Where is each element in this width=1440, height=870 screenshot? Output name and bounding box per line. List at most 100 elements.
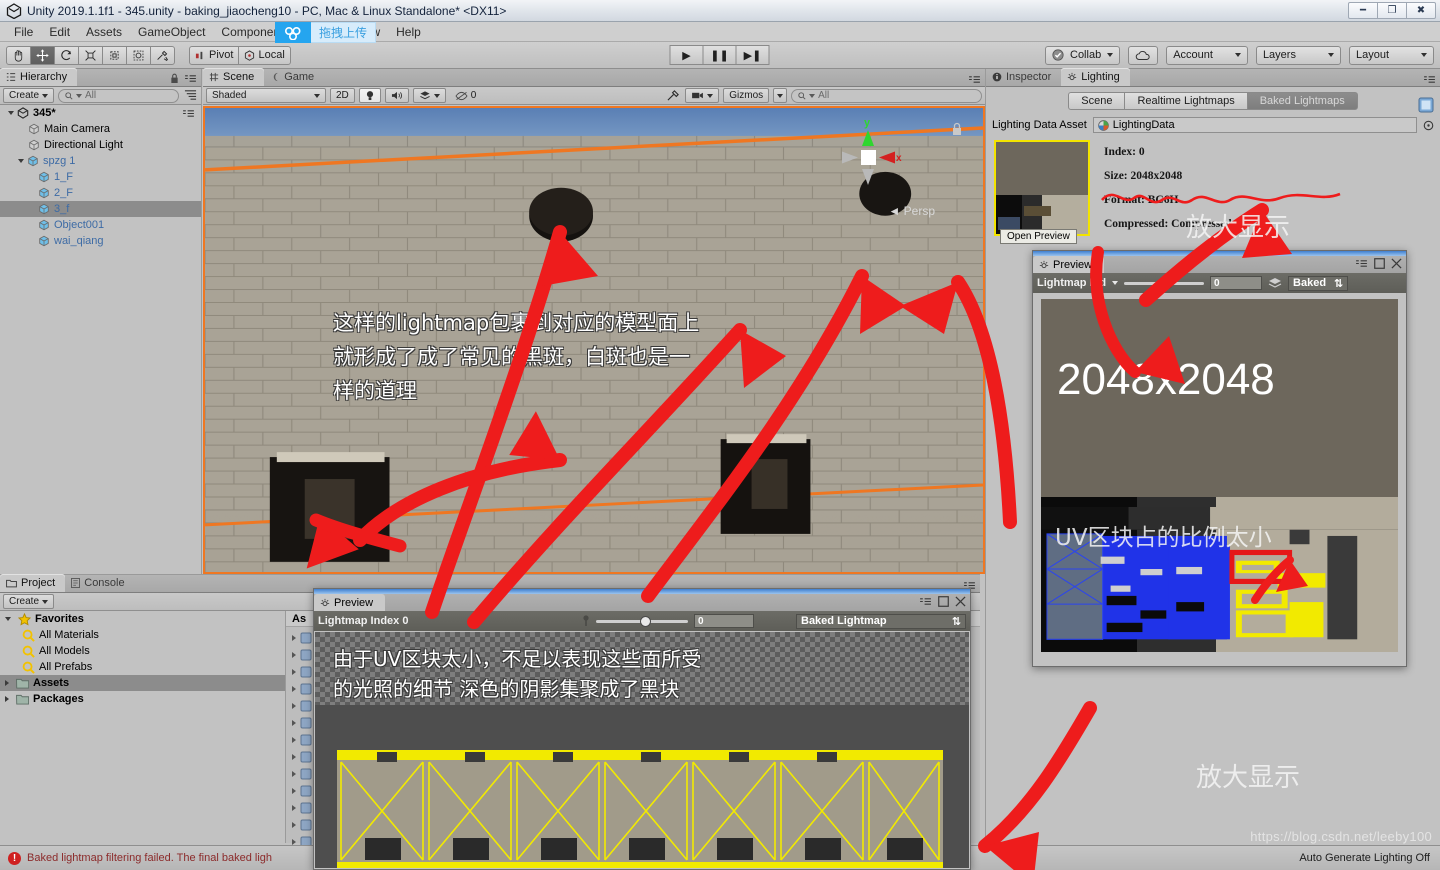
transform-tool-button[interactable] xyxy=(126,45,151,65)
slider-handle[interactable] xyxy=(640,615,651,627)
maximize-button[interactable]: ❐ xyxy=(1377,2,1407,19)
preview-bottom-slider-value[interactable]: 0 xyxy=(694,614,754,628)
tab-scene[interactable]: Scene xyxy=(203,68,265,86)
panel-menu-icon[interactable] xyxy=(1423,75,1436,84)
hierarchy-item[interactable]: Object001 xyxy=(0,217,201,233)
lighting-tab-realtime[interactable]: Realtime Lightmaps xyxy=(1124,92,1248,110)
project-tree-item[interactable]: Assets xyxy=(0,675,285,691)
maximize-icon[interactable] xyxy=(938,596,949,607)
chevron-right-icon[interactable] xyxy=(292,753,296,760)
gizmo-lock-icon[interactable] xyxy=(951,122,963,136)
scene-search-input[interactable]: All xyxy=(791,88,983,103)
scene-viewport[interactable]: y x ◄ Persp 这样的lightmap包裹到对应的模型面上 就形成了成了… xyxy=(203,106,985,574)
chevron-right-icon[interactable] xyxy=(292,821,296,828)
chevron-right-icon[interactable] xyxy=(292,668,296,675)
tab-hierarchy[interactable]: Hierarchy xyxy=(0,68,78,86)
hierarchy-item[interactable]: Directional Light xyxy=(0,137,201,153)
project-tree-item[interactable]: All Prefabs xyxy=(0,659,285,675)
hierarchy-item[interactable]: spzg 1 xyxy=(0,153,201,169)
scene-menu-icon[interactable] xyxy=(182,109,195,118)
chevron-right-icon[interactable] xyxy=(292,736,296,743)
collab-button[interactable]: Collab xyxy=(1045,45,1121,65)
hierarchy-item[interactable]: 1_F xyxy=(0,169,201,185)
close-button[interactable]: ✖ xyxy=(1406,2,1436,19)
pivot-toggle-button[interactable]: Pivot xyxy=(189,45,240,65)
chevron-right-icon[interactable] xyxy=(292,685,296,692)
layers-button[interactable]: Layers xyxy=(1255,45,1341,65)
panel-menu-icon[interactable] xyxy=(184,74,197,83)
hierarchy-item[interactable]: 3_f xyxy=(0,201,201,217)
chevron-down-icon[interactable] xyxy=(18,159,24,163)
lightmap-layers-icon[interactable] xyxy=(1268,277,1282,289)
scene-projection-label[interactable]: ◄ Persp xyxy=(888,204,935,218)
tab-game[interactable]: Game xyxy=(264,68,324,86)
scale-tool-button[interactable] xyxy=(78,45,103,65)
chevron-right-icon[interactable] xyxy=(5,696,9,702)
drag-upload-label[interactable]: 拖拽上传 xyxy=(311,22,377,43)
tab-project[interactable]: Project xyxy=(0,574,66,592)
chevron-right-icon[interactable] xyxy=(292,770,296,777)
tab-preview-bottom[interactable]: Preview xyxy=(314,594,386,611)
preview-right-canvas[interactable]: 2048x2048 UV区块占的比例太小 xyxy=(1041,299,1398,652)
menu-gameobject[interactable]: GameObject xyxy=(130,23,213,41)
lighting-tab-scene[interactable]: Scene xyxy=(1068,92,1126,110)
hierarchy-item[interactable]: Main Camera xyxy=(0,121,201,137)
preview-bottom-slider[interactable] xyxy=(596,615,688,627)
menu-assets[interactable]: Assets xyxy=(78,23,130,41)
chevron-right-icon[interactable] xyxy=(292,651,296,658)
project-tree-item[interactable]: Favorites xyxy=(0,611,285,627)
preview-right-slider[interactable] xyxy=(1124,277,1205,289)
preview-bottom-mode-dropdown[interactable]: Baked Lightmap ⇅ xyxy=(796,613,966,629)
scene-camera-settings-button[interactable] xyxy=(685,88,720,103)
lighting-help-button[interactable] xyxy=(1418,97,1434,116)
step-button[interactable]: ▶❚ xyxy=(735,45,770,65)
menu-file[interactable]: File xyxy=(6,23,41,41)
close-icon[interactable] xyxy=(1391,258,1402,269)
lighting-data-asset-field[interactable]: LightingData xyxy=(1092,117,1417,133)
project-tree-item[interactable]: All Materials xyxy=(0,627,285,643)
shading-mode-dropdown[interactable]: Shaded xyxy=(206,88,326,103)
toggle-effects-button[interactable] xyxy=(412,88,446,103)
project-tree-item[interactable]: Packages xyxy=(0,691,285,707)
chevron-right-icon[interactable] xyxy=(5,680,9,686)
preview-window-right[interactable]: Preview Lightmap Ind 0 Baked ⇅ 2048x2048… xyxy=(1032,250,1407,667)
menu-edit[interactable]: Edit xyxy=(41,23,78,41)
gizmos-caret-button[interactable] xyxy=(773,88,788,103)
scene-gizmo-axes-icon[interactable]: y x xyxy=(831,114,905,200)
project-create-button[interactable]: Create xyxy=(3,594,55,609)
tab-console[interactable]: Console xyxy=(65,574,134,592)
hierarchy-sort-icon[interactable] xyxy=(183,89,198,102)
lighting-tab-baked[interactable]: Baked Lightmaps xyxy=(1246,92,1358,110)
chevron-right-icon[interactable] xyxy=(292,702,296,709)
custom-editor-tool-button[interactable] xyxy=(150,45,175,65)
toggle-2d-button[interactable]: 2D xyxy=(330,88,355,103)
panel-menu-icon[interactable] xyxy=(919,597,932,606)
hierarchy-item[interactable]: wai_qiang xyxy=(0,233,201,249)
slider-handle[interactable] xyxy=(1162,277,1174,289)
chevron-right-icon[interactable] xyxy=(292,804,296,811)
close-icon[interactable] xyxy=(955,596,966,607)
minimize-button[interactable]: ━ xyxy=(1348,2,1378,19)
pause-button[interactable]: ❚❚ xyxy=(702,45,737,65)
preview-window-bottom[interactable]: Preview Lightmap Index 0 0 Baked Lightma… xyxy=(313,588,971,870)
account-button[interactable]: Account xyxy=(1166,45,1248,65)
chevron-right-icon[interactable] xyxy=(292,838,296,845)
toggle-audio-button[interactable] xyxy=(384,88,409,103)
object-picker-icon[interactable] xyxy=(1423,120,1434,131)
hierarchy-search-input[interactable]: All xyxy=(58,88,179,103)
scene-tools-icon[interactable] xyxy=(666,89,681,102)
preview-bottom-canvas[interactable]: 由于UV区块太小，不足以表现这些面所受 的光照的细节 深色的阴影集聚成了黑块 xyxy=(315,632,969,868)
chevron-right-icon[interactable] xyxy=(292,719,296,726)
status-message[interactable]: Baked lightmap filtering failed. The fin… xyxy=(27,852,272,864)
hidden-objects-count[interactable]: 0 xyxy=(450,88,482,103)
hierarchy-create-button[interactable]: Create xyxy=(3,88,55,103)
maximize-icon[interactable] xyxy=(1374,258,1385,269)
move-tool-button[interactable] xyxy=(30,45,55,65)
baked-lightmap-thumbnail[interactable] xyxy=(994,140,1090,236)
hierarchy-scene-row[interactable]: 345* xyxy=(0,105,201,121)
gizmos-dropdown[interactable]: Gizmos xyxy=(723,88,770,103)
hierarchy-item[interactable]: 2_F xyxy=(0,185,201,201)
play-button[interactable]: ▶ xyxy=(669,45,704,65)
menu-help[interactable]: Help xyxy=(388,23,429,41)
cloud-services-button[interactable] xyxy=(1128,45,1159,65)
